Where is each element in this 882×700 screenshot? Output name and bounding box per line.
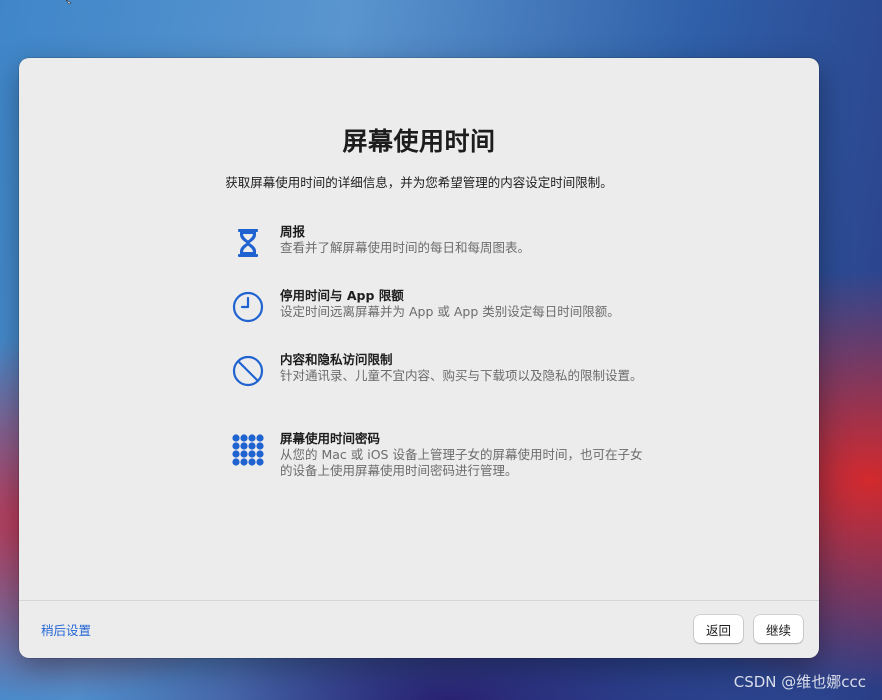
back-button[interactable]: 返回 — [694, 615, 743, 643]
screen-time-setup-dialog: 屏幕使用时间 获取屏幕使用时间的详细信息，并为您希望管理的内容设定时间限制。 周… — [19, 58, 819, 658]
prohibited-icon — [232, 355, 264, 387]
clock-icon — [232, 291, 264, 323]
feature-title: 内容和隐私访问限制 — [280, 352, 393, 367]
watermark: CSDN @维也娜ccc — [733, 673, 866, 691]
feature-description: 针对通讯录、儿童不宜内容、购买与下载项以及隐私的限制设置。 — [280, 368, 643, 383]
feature-title: 周报 — [280, 224, 306, 239]
feature-title: 屏幕使用时间密码 — [280, 431, 381, 446]
keypad-icon — [232, 434, 264, 466]
continue-button[interactable]: 继续 — [754, 615, 803, 643]
feature-description: 设定时间远离屏幕并为 App 或 App 类别设定每日时间限额。 — [280, 304, 620, 319]
feature-description: 从您的 Mac 或 iOS 设备上管理子女的屏幕使用时间，也可在子女的设备上使用… — [280, 447, 643, 478]
dialog-subtitle: 获取屏幕使用时间的详细信息，并为您希望管理的内容设定时间限制。 — [225, 175, 613, 190]
feature-title: 停用时间与 App 限额 — [280, 288, 404, 303]
set-up-later-link[interactable]: 稍后设置 — [41, 620, 91, 639]
dialog-title: 屏幕使用时间 — [342, 127, 496, 156]
feature-description: 查看并了解屏幕使用时间的每日和每周图表。 — [280, 240, 531, 255]
mouse-cursor-icon — [65, 0, 72, 5]
footer-divider — [19, 600, 819, 601]
hourglass-icon — [238, 229, 258, 257]
